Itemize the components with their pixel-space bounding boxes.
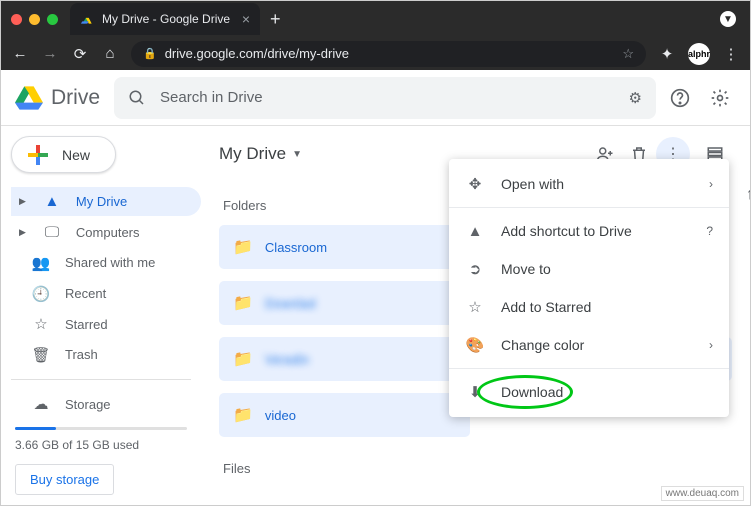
- ctx-label: Open with: [501, 176, 564, 192]
- settings-gear-icon[interactable]: [710, 88, 736, 108]
- trash-icon: 🗑: [31, 346, 51, 364]
- bookmark-star-icon[interactable]: ☆: [622, 46, 634, 62]
- search-placeholder: Search in Drive: [160, 89, 263, 106]
- sidebar-item-recent[interactable]: 🕘 Recent: [11, 279, 201, 308]
- app-name: Drive: [51, 86, 100, 110]
- browser-tab[interactable]: My Drive - Google Drive ×: [70, 3, 260, 35]
- sidebar-item-label: Storage: [65, 397, 111, 412]
- sidebar-item-trash[interactable]: 🗑 Trash: [11, 341, 201, 370]
- palette-icon: 🎨: [465, 336, 485, 354]
- chrome-menu-icon[interactable]: ⋮: [722, 45, 740, 63]
- chevron-right-icon: ›: [709, 177, 713, 191]
- ctx-open-with[interactable]: ✥ Open with ›: [449, 165, 729, 203]
- ctx-add-shortcut[interactable]: ▲ Add shortcut to Drive ?: [449, 212, 729, 250]
- folder-name: Classroom: [265, 240, 327, 255]
- download-icon: ⬇: [465, 383, 485, 401]
- sidebar-item-shared[interactable]: 👥 Shared with me: [11, 249, 201, 278]
- sidebar-item-label: Recent: [65, 286, 106, 301]
- chevron-right-icon: ›: [709, 338, 713, 352]
- shortcut-icon: ▲: [465, 223, 485, 240]
- folder-item[interactable]: 📁 Veradin: [219, 337, 470, 381]
- sidebar-item-label: Computers: [76, 225, 140, 240]
- ctx-move-to[interactable]: ➲ Move to: [449, 250, 729, 288]
- extensions-icon[interactable]: ✦: [658, 45, 676, 63]
- sidebar-item-label: Starred: [65, 317, 108, 332]
- sidebar-item-starred[interactable]: ☆ Starred: [11, 310, 201, 339]
- folder-name: video: [265, 408, 296, 423]
- folder-name: Downlad: [265, 296, 316, 311]
- sidebar-item-storage[interactable]: ☁ Storage: [11, 390, 201, 419]
- search-icon: [128, 89, 146, 107]
- storage-progress: [15, 427, 187, 430]
- tab-title: My Drive - Google Drive: [102, 12, 230, 26]
- watermark: www.deuaq.com: [661, 486, 744, 501]
- star-icon: ☆: [31, 315, 51, 333]
- sort-arrow-icon[interactable]: ↑: [746, 186, 750, 204]
- close-tab-icon[interactable]: ×: [242, 11, 250, 27]
- breadcrumb-label: My Drive: [219, 144, 286, 164]
- home-button[interactable]: ⌂: [101, 45, 119, 62]
- context-menu: ✥ Open with › ▲ Add shortcut to Drive ? …: [449, 159, 729, 417]
- ctx-label: Move to: [501, 261, 551, 277]
- folder-item[interactable]: 📁 Downlad: [219, 281, 470, 325]
- ctx-download[interactable]: ⬇ Download: [449, 373, 729, 411]
- sidebar-item-computers[interactable]: ▶ 🖵 Computers: [11, 218, 201, 247]
- back-button[interactable]: ←: [11, 45, 29, 62]
- folder-name: Veradin: [265, 352, 309, 367]
- folder-icon: 📁: [233, 349, 253, 369]
- folder-icon: 📁: [233, 405, 253, 425]
- plus-icon: [26, 143, 50, 167]
- reload-button[interactable]: ⟳: [71, 45, 89, 63]
- new-button[interactable]: New: [11, 136, 116, 173]
- help-icon[interactable]: ?: [706, 224, 713, 238]
- profile-avatar[interactable]: alphr: [688, 43, 710, 65]
- sidebar-item-my-drive[interactable]: ▶ ▲ My Drive: [11, 187, 201, 216]
- sidebar-item-label: My Drive: [76, 194, 127, 209]
- url-text: drive.google.com/drive/my-drive: [165, 46, 349, 61]
- move-icon: ➲: [465, 260, 485, 278]
- forward-button[interactable]: →: [41, 45, 59, 62]
- search-options-icon[interactable]: ⚙: [629, 89, 642, 107]
- breadcrumb[interactable]: My Drive ▼: [219, 144, 302, 164]
- ctx-label: Change color: [501, 337, 584, 353]
- new-button-label: New: [62, 147, 90, 163]
- ctx-label: Download: [501, 384, 563, 400]
- expand-caret-icon[interactable]: ▶: [19, 227, 26, 238]
- star-icon: ☆: [465, 298, 485, 316]
- computers-icon: 🖵: [42, 224, 62, 241]
- new-tab-button[interactable]: +: [270, 9, 281, 30]
- mac-window-controls[interactable]: [11, 14, 58, 25]
- folder-icon: 📁: [233, 293, 253, 313]
- sidebar-item-label: Shared with me: [65, 255, 155, 270]
- drive-favicon: [80, 12, 94, 26]
- folder-item[interactable]: 📁 Classroom: [219, 225, 470, 269]
- expand-caret-icon[interactable]: ▶: [19, 196, 26, 207]
- open-with-icon: ✥: [465, 175, 485, 193]
- search-input[interactable]: Search in Drive ⚙: [114, 77, 656, 119]
- ctx-label: Add shortcut to Drive: [501, 223, 632, 239]
- sidebar-item-label: Trash: [65, 347, 98, 362]
- cloud-icon: ☁: [31, 395, 51, 413]
- ctx-label: Add to Starred: [501, 299, 591, 315]
- recent-icon: 🕘: [31, 285, 51, 303]
- folder-item[interactable]: 📁 video: [219, 393, 470, 437]
- address-bar[interactable]: 🔒 drive.google.com/drive/my-drive ☆: [131, 41, 646, 67]
- shared-icon: 👥: [31, 254, 51, 272]
- storage-used-text: 3.66 GB of 15 GB used: [11, 438, 201, 452]
- support-icon[interactable]: [670, 88, 696, 108]
- drive-logo-icon: [15, 86, 43, 110]
- ctx-change-color[interactable]: 🎨 Change color ›: [449, 326, 729, 364]
- folder-icon: 📁: [233, 237, 253, 257]
- lock-icon: 🔒: [143, 47, 157, 60]
- drive-logo[interactable]: Drive: [15, 86, 100, 110]
- chevron-down-icon: ▼: [292, 149, 302, 160]
- buy-storage-button[interactable]: Buy storage: [15, 464, 114, 495]
- my-drive-icon: ▲: [42, 193, 62, 210]
- downloads-indicator[interactable]: ▼: [720, 11, 736, 27]
- ctx-add-starred[interactable]: ☆ Add to Starred: [449, 288, 729, 326]
- files-section-label: Files: [223, 461, 732, 476]
